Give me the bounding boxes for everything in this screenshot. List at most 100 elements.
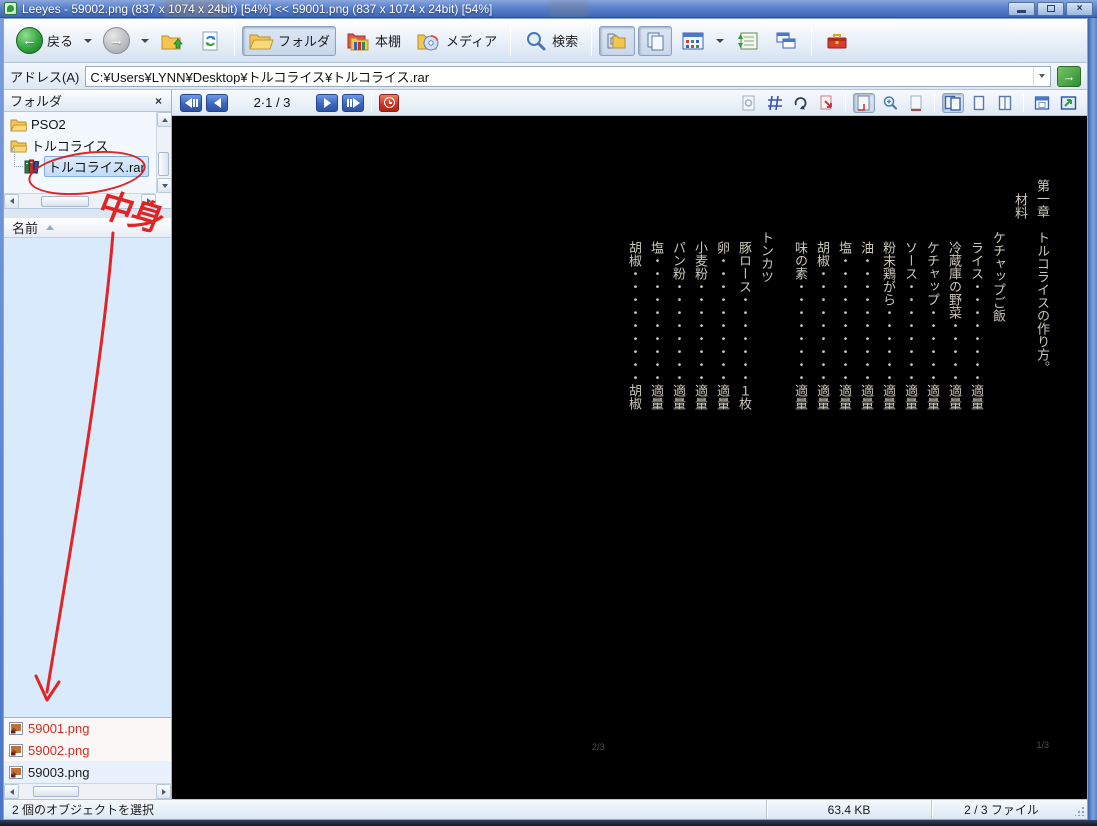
- previous-page-button[interactable]: [206, 93, 228, 112]
- folder-panel: フォルダ × PSO2 トルコライス トルコライス.rar 名前 59001.p…: [4, 90, 172, 799]
- folder-icon: [10, 119, 27, 131]
- tree-item-torukoraisu[interactable]: トルコライス: [4, 135, 156, 156]
- slideshow-timer-button[interactable]: [379, 93, 399, 112]
- scroll-left-icon[interactable]: [4, 784, 19, 799]
- refresh-icon: [202, 31, 218, 50]
- folder-view-icon: [249, 34, 274, 49]
- split-page-icon: [998, 95, 1012, 110]
- scroll-up-icon[interactable]: [157, 112, 171, 127]
- list-horizontal-scrollbar[interactable]: [4, 783, 171, 799]
- go-button[interactable]: →: [1057, 65, 1081, 87]
- scrollbar-thumb[interactable]: [33, 786, 79, 797]
- send-page-button[interactable]: [816, 93, 838, 113]
- page-preview-button[interactable]: [738, 93, 760, 113]
- single-page-icon: [973, 95, 985, 110]
- scroll-right-icon[interactable]: [156, 784, 171, 799]
- folder-panel-header: フォルダ ×: [4, 90, 171, 112]
- window-right-border: [1088, 18, 1097, 820]
- view-mode-icon: [682, 32, 704, 49]
- sort-button[interactable]: [729, 26, 765, 56]
- file-list: 59001.png 59002.png 59003.png: [4, 238, 171, 783]
- tree-item-pso2[interactable]: PSO2: [4, 114, 156, 135]
- pages-pane-icon: [647, 32, 664, 50]
- first-page-button[interactable]: [180, 93, 202, 112]
- text-column: 胡椒・・・・・・・・・適量: [815, 241, 830, 410]
- maximize-button[interactable]: [1037, 1, 1064, 16]
- minimize-button[interactable]: [1008, 1, 1035, 16]
- viewer-toolbar: 2·1 / 3: [172, 90, 1087, 116]
- window-layout-icon: [776, 32, 796, 48]
- scroll-left-icon[interactable]: [4, 193, 19, 208]
- address-input[interactable]: [86, 68, 1033, 84]
- media-button[interactable]: メディア: [410, 26, 503, 56]
- last-page-button[interactable]: [342, 93, 364, 112]
- view-mode-dropdown-icon[interactable]: [716, 38, 725, 43]
- back-button[interactable]: ← 戻る: [10, 23, 79, 58]
- image-file-icon: [9, 765, 23, 779]
- back-dropdown-icon[interactable]: [84, 38, 93, 43]
- spread-view-button[interactable]: [942, 92, 964, 113]
- zoom-button[interactable]: [879, 93, 901, 113]
- view-mode-button[interactable]: [675, 26, 711, 56]
- tree-item-label: トルコライス: [31, 139, 109, 154]
- toolbar-separator: [371, 93, 372, 112]
- forward-button[interactable]: →: [97, 23, 136, 58]
- resize-grip[interactable]: [1071, 800, 1087, 819]
- text-column: 粉末鶏がら・・・・・・適量: [881, 241, 896, 410]
- folder-view-button[interactable]: フォルダ: [242, 25, 337, 56]
- search-button[interactable]: 検索: [518, 26, 584, 56]
- scrollbar-thumb[interactable]: [41, 195, 89, 207]
- forward-dropdown-icon[interactable]: [141, 38, 150, 43]
- tree-item-label: PSO2: [31, 117, 66, 132]
- pages-pane-toggle-button[interactable]: [638, 25, 673, 56]
- status-file-count: 2 / 3 ファイル: [931, 800, 1071, 819]
- file-row[interactable]: 59001.png: [4, 717, 171, 739]
- tree-horizontal-scrollbar[interactable]: [4, 193, 156, 208]
- up-folder-button[interactable]: [154, 26, 190, 56]
- scroll-right-icon[interactable]: [141, 193, 156, 208]
- single-page-button[interactable]: [968, 93, 990, 113]
- app-icon: [4, 2, 17, 15]
- status-size: 63.4 KB: [766, 800, 931, 819]
- panel-close-icon[interactable]: ×: [152, 94, 165, 108]
- pane-splitter[interactable]: [4, 209, 171, 218]
- address-dropdown-icon[interactable]: [1033, 66, 1050, 86]
- file-row[interactable]: 59002.png: [4, 739, 171, 761]
- bookshelf-button[interactable]: 本棚: [339, 26, 407, 56]
- file-list-header[interactable]: 名前: [4, 218, 171, 238]
- split-page-button[interactable]: [994, 93, 1016, 113]
- fit-page-icon: [857, 95, 870, 111]
- close-button[interactable]: ×: [1066, 1, 1093, 16]
- window-mode-button[interactable]: [1031, 93, 1053, 113]
- window-layout-button[interactable]: [768, 26, 804, 56]
- bookshelf-icon: [347, 33, 369, 50]
- page-canvas[interactable]: 第一章 トルコライスの作り方。 材料 ケチャップご飯 ライス・・・・・・・・適量…: [172, 116, 1087, 799]
- tree-vertical-scrollbar[interactable]: [156, 112, 171, 193]
- send-page-icon: [820, 95, 832, 109]
- text-column: 味の素・・・・・・・・適量: [793, 241, 808, 410]
- file-row[interactable]: 59003.png: [4, 761, 171, 783]
- text-column: トンカツ: [759, 231, 774, 283]
- tree-item-torukoraisu-rar[interactable]: トルコライス.rar: [4, 148, 156, 177]
- rotate-button[interactable]: [790, 93, 812, 113]
- scrollbar-thumb[interactable]: [158, 152, 169, 176]
- window-controls: ×: [1008, 1, 1093, 16]
- toolbar-separator: [811, 25, 813, 56]
- original-size-button[interactable]: [905, 93, 927, 113]
- tree-pane-toggle-button[interactable]: [599, 25, 636, 56]
- image-file-icon: [9, 743, 23, 757]
- scroll-down-icon[interactable]: [157, 178, 171, 193]
- fit-page-button[interactable]: [853, 92, 875, 113]
- tools-button[interactable]: [819, 26, 855, 56]
- app-window: Leeyes - 59002.png (837 x 1074 x 24bit) …: [0, 0, 1097, 826]
- refresh-button[interactable]: [193, 26, 227, 56]
- title-bar[interactable]: Leeyes - 59002.png (837 x 1074 x 24bit) …: [0, 0, 1097, 18]
- address-bar: アドレス(A) →: [4, 63, 1087, 90]
- next-page-button[interactable]: [316, 93, 338, 112]
- fullscreen-button[interactable]: [1057, 93, 1079, 113]
- grid-button[interactable]: [764, 93, 786, 113]
- page-indicator: 2·1 / 3: [253, 95, 291, 110]
- image-file-icon: [9, 722, 23, 735]
- grid-icon: [768, 95, 782, 110]
- text-column: 小麦粉・・・・・・・・適量: [693, 241, 708, 410]
